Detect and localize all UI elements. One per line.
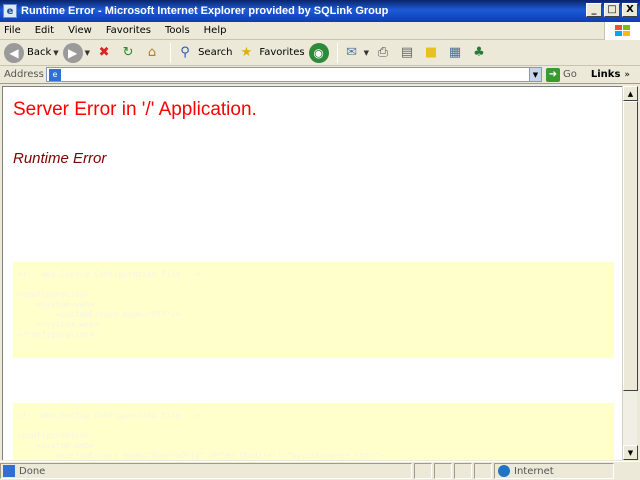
home-icon: ⌂ [147,45,157,60]
menu-help[interactable]: Help [204,25,227,36]
scroll-down-icon[interactable]: ▼ [623,445,638,460]
edit-page-icon: ▤ [400,45,414,60]
mail-button[interactable]: ✉ ▼ [342,42,369,64]
scroll-thumb[interactable] [623,101,638,391]
address-bar: Address e ▼ ➜ Go Links » [0,66,640,84]
search-icon: ⚲ [180,45,190,60]
page-icon: e [49,68,61,81]
stop-icon: ✖ [98,45,110,60]
status-text-pane: Done [0,463,412,479]
stop-button[interactable]: ✖ [94,42,114,64]
maximize-button[interactable]: □ [604,3,620,17]
go-button[interactable]: ➜ Go [546,67,577,82]
menu-tools[interactable]: Tools [165,25,190,36]
print-button[interactable]: ⎙ [373,42,393,64]
links-toolbar[interactable]: Links [591,69,621,80]
messenger-icon: ♣ [473,45,485,60]
internet-zone-icon [498,465,510,477]
note-icon: ■ [424,45,438,60]
page-content: Server Error in '/' Application. Runtime… [2,86,622,460]
go-arrow-icon: ➜ [546,67,560,82]
page-subheading: Runtime Error [13,150,107,167]
menu-view[interactable]: View [68,25,92,36]
address-input[interactable] [61,68,529,81]
mail-icon: ✉ [346,45,358,60]
menu-bar: File Edit View Favorites Tools Help [0,22,640,40]
status-pane [454,463,472,479]
standard-toolbar: ◀ Back ▼ ▶ ▼ ✖ ↻ ⌂ ⚲ Search ★ Favorites … [0,40,640,66]
status-bar: Done Internet [0,461,640,480]
back-arrow-icon: ◀ [4,42,24,63]
favorites-label: Favorites [259,47,305,58]
window-title: Runtime Error - Microsoft Internet Explo… [21,5,389,17]
menu-file[interactable]: File [4,25,21,36]
windows-logo-icon [604,22,640,40]
status-pane [434,463,452,479]
security-zone-pane: Internet [494,463,614,479]
minimize-button[interactable]: _ [586,3,602,17]
menu-edit[interactable]: Edit [35,25,54,36]
refresh-icon: ↻ [122,45,134,60]
research-button[interactable]: ▦ [445,42,465,64]
media-button[interactable]: ◉ [308,42,329,64]
favorites-star-icon: ★ [240,45,253,60]
forward-arrow-icon: ▶ [62,42,83,63]
close-button[interactable]: X [622,3,638,17]
status-text: Done [19,465,46,477]
favorites-button[interactable]: ★ Favorites [236,42,305,64]
search-button[interactable]: ⚲ Search [175,42,232,64]
printer-icon: ⎙ [377,45,389,60]
back-button[interactable]: ◀ Back ▼ [4,42,59,64]
menu-favorites[interactable]: Favorites [106,25,151,36]
title-bar: e Runtime Error - Microsoft Internet Exp… [0,0,640,22]
back-label: Back [27,47,52,58]
forward-button[interactable]: ▶ ▼ [62,42,90,64]
address-label: Address [4,69,44,80]
mail-dropdown-icon[interactable]: ▼ [364,49,369,57]
page-done-icon [3,465,15,477]
address-field[interactable]: e ▼ [46,67,542,82]
edit-button[interactable]: ▤ [397,42,417,64]
go-label: Go [563,69,577,80]
scroll-up-icon[interactable]: ▲ [623,86,638,101]
discuss-button[interactable]: ■ [421,42,441,64]
toolbar-separator [336,42,338,63]
chevron-right-icon[interactable]: » [624,70,630,80]
page-heading: Server Error in '/' Application. [13,99,257,120]
status-pane [474,463,492,479]
forward-dropdown-icon[interactable]: ▼ [85,49,90,57]
toolbar-separator [170,42,172,63]
messenger-button[interactable]: ♣ [469,42,489,64]
refresh-button[interactable]: ↻ [118,42,138,64]
home-button[interactable]: ⌂ [142,42,162,64]
search-label: Search [198,47,233,58]
research-icon: ▦ [448,45,462,60]
status-pane [414,463,432,479]
code-block-2: <!-- Web.Config Configuration File --> <… [13,403,614,460]
media-icon: ◉ [308,42,329,63]
vertical-scrollbar[interactable]: ▲ ▼ [622,86,638,460]
ie-app-icon: e [3,4,17,18]
code-block-1: <!-- Web.Config Configuration File --> <… [13,262,614,358]
zone-text: Internet [514,465,554,477]
address-dropdown-icon[interactable]: ▼ [529,68,541,81]
back-dropdown-icon[interactable]: ▼ [53,49,58,57]
